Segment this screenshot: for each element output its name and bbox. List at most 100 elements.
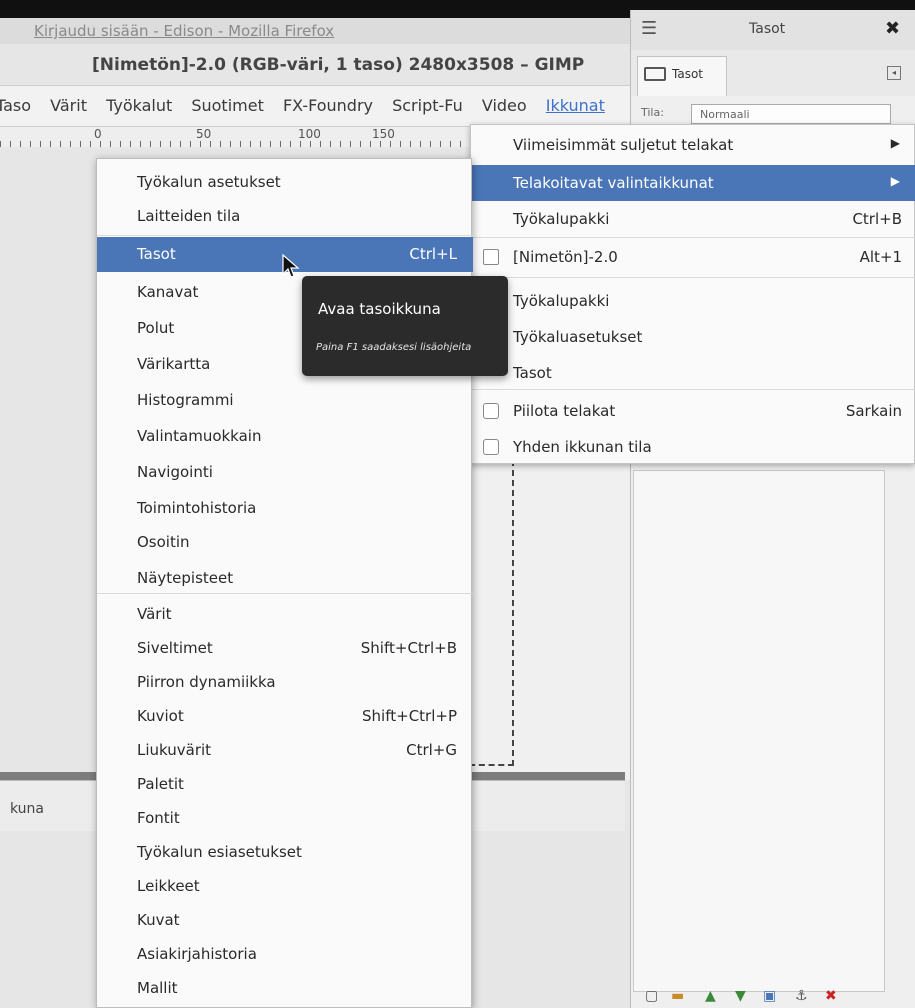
submenu-arrow-icon: ▶ [890, 136, 900, 150]
menu-varit[interactable]: Värit [50, 86, 87, 126]
menu-item-label: Navigointi [137, 463, 213, 481]
shortcut-label: Shift+Ctrl+P [362, 707, 457, 725]
menu-item-dock-tool-options[interactable]: Työkaluasetukset [471, 319, 915, 355]
delete-layer-icon[interactable]: ✖ [825, 988, 837, 1004]
shortcut-label: Ctrl+L [409, 245, 457, 263]
ruler-label: 0 [94, 127, 102, 141]
menu-item-paint-dynamics[interactable]: Piirron dynamiikka [97, 665, 473, 700]
menu-ikkunat[interactable]: Ikkunat [546, 86, 605, 126]
anchor-icon[interactable]: ⚓ [795, 988, 808, 1004]
menu-item-gradients[interactable]: Liukuvärit Ctrl+G [97, 733, 473, 768]
window-menu: Viimeisimmät suljetut telakat ▶ Telakoit… [470, 124, 915, 464]
checkbox[interactable] [483, 439, 499, 455]
menu-item-label: [Nimetön]-2.0 [513, 248, 618, 266]
menu-separator [97, 235, 473, 236]
menu-item-label: Liukuvärit [137, 741, 212, 759]
menu-item-dock-layers[interactable]: Tasot [471, 355, 915, 391]
menu-item-palettes[interactable]: Paletit [97, 767, 473, 802]
checkbox[interactable] [483, 403, 499, 419]
tab-layers[interactable]: Tasot [637, 56, 727, 96]
menu-item-tool-options[interactable]: Työkalun asetukset [97, 165, 473, 200]
tab-menu-arrow-icon[interactable]: ◂ [887, 66, 901, 80]
menu-item-brushes[interactable]: Siveltimet Shift+Ctrl+B [97, 631, 473, 666]
menu-item-label: Yhden ikkunan tila [513, 438, 652, 456]
layers-mode-row: Tila: Normaali [631, 96, 915, 126]
tooltip: Avaa tasoikkuna Paina F1 saadaksesi lisä… [302, 276, 508, 376]
raise-layer-icon[interactable]: ▲ [705, 988, 716, 1004]
menu-item-label: Osoitin [137, 533, 190, 551]
menu-item-label: Paletit [137, 775, 184, 793]
menu-item-navigation[interactable]: Navigointi [97, 455, 473, 490]
menu-item-label: Näytepisteet [137, 569, 234, 587]
tab-layers-label: Tasot [672, 67, 703, 81]
menu-item-label: Asiakirjahistoria [137, 945, 257, 963]
tooltip-hint: Paina F1 saadaksesi lisäohjeita [316, 342, 472, 353]
gimp-window-title: [Nimetön]-2.0 (RGB-väri, 1 taso) 2480x35… [92, 55, 585, 75]
firefox-window-title: Kirjaudu sisään - Edison - Mozilla Firef… [34, 22, 335, 40]
mode-select[interactable]: Normaali [691, 104, 891, 124]
menu-item-fonts[interactable]: Fontit [97, 801, 473, 836]
menu-separator [471, 237, 915, 238]
menu-item-dock-toolbox[interactable]: Työkalupakki [471, 283, 915, 319]
layers-footer-toolbar: ▢ ▬ ▲ ▼ ▣ ⚓ ✖ [631, 988, 915, 1008]
hamburger-menu-icon[interactable]: ☰ [641, 18, 657, 39]
menu-item-buffers[interactable]: Leikkeet [97, 869, 473, 904]
menu-script-fu[interactable]: Script-Fu [392, 86, 463, 126]
menu-item-tool-presets[interactable]: Työkalun esiasetukset [97, 835, 473, 870]
menu-item-templates[interactable]: Mallit [97, 971, 473, 1006]
menu-item-label: Työkaluasetukset [513, 328, 643, 346]
menu-item-pointer[interactable]: Osoitin [97, 525, 473, 560]
gimp-title-bar: [Nimetön]-2.0 (RGB-väri, 1 taso) 2480x35… [0, 44, 640, 86]
menu-item-image-window[interactable]: [Nimetön]-2.0 Alt+1 [471, 239, 915, 275]
menu-item-label: Kanavat [137, 283, 199, 301]
menu-item-patterns[interactable]: Kuviot Shift+Ctrl+P [97, 699, 473, 734]
menu-item-label: Valintamuokkain [137, 427, 262, 445]
menu-item-label: Fontit [137, 809, 180, 827]
shortcut-label: Sarkain [845, 402, 902, 420]
menu-item-toolbox[interactable]: Työkalupakki Ctrl+B [471, 201, 915, 237]
menu-item-images[interactable]: Kuvat [97, 903, 473, 938]
menu-suotimet[interactable]: Suotimet [191, 86, 264, 126]
status-label: kuna [10, 801, 45, 817]
new-layer-icon[interactable]: ▢ [645, 988, 658, 1004]
ruler-label: 100 [298, 127, 321, 141]
menu-item-hide-docks[interactable]: Piilota telakat Sarkain [471, 393, 915, 429]
layers-list[interactable] [633, 470, 885, 992]
menu-item-label: Polut [137, 319, 175, 337]
close-icon[interactable]: ✖ [885, 18, 900, 39]
menu-item-label: Kuvat [137, 911, 180, 929]
menu-item-label: Tasot [513, 364, 552, 382]
lower-layer-icon[interactable]: ▼ [735, 988, 746, 1004]
firefox-title-bar: Kirjaudu sisään - Edison - Mozilla Firef… [0, 18, 640, 44]
menu-item-dockable-dialogs[interactable]: Telakoitavat valintaikkunat ▶ [471, 165, 915, 201]
menu-item-recently-closed-docks[interactable]: Viimeisimmät suljetut telakat ▶ [471, 127, 915, 163]
menu-tyokalut[interactable]: Työkalut [106, 86, 172, 126]
ruler-label: 150 [372, 127, 395, 141]
folder-icon[interactable]: ▬ [671, 988, 684, 1004]
horizontal-ruler: 0 50 100 150 [0, 127, 470, 148]
shortcut-label: Shift+Ctrl+B [360, 639, 457, 657]
menu-item-label: Värikartta [137, 355, 211, 373]
menu-item-label: Siveltimet [137, 639, 213, 657]
menu-item-label: Histogrammi [137, 391, 234, 409]
menu-item-label: Laitteiden tila [137, 207, 241, 225]
menu-taso[interactable]: Taso [0, 86, 31, 126]
menu-item-sample-points[interactable]: Näytepisteet [97, 561, 473, 596]
shortcut-label: Alt+1 [859, 248, 902, 266]
submenu-arrow-icon: ▶ [890, 174, 900, 188]
mode-label: Tila: [641, 106, 664, 119]
menu-item-single-window-mode[interactable]: Yhden ikkunan tila [471, 429, 915, 465]
tooltip-title: Avaa tasoikkuna [318, 300, 441, 318]
menu-item-selection-editor[interactable]: Valintamuokkain [97, 419, 473, 454]
checkbox[interactable] [483, 249, 499, 265]
menu-fx-foundry[interactable]: FX-Foundry [283, 86, 373, 126]
menu-item-label: Piilota telakat [513, 402, 616, 420]
menu-item-device-status[interactable]: Laitteiden tila [97, 199, 473, 234]
menu-item-document-history[interactable]: Asiakirjahistoria [97, 937, 473, 972]
menu-item-histogram[interactable]: Histogrammi [97, 383, 473, 418]
duplicate-layer-icon[interactable]: ▣ [763, 988, 776, 1004]
menu-item-label: Mallit [137, 979, 178, 997]
menu-item-colors[interactable]: Värit [97, 597, 473, 632]
menu-item-undo-history[interactable]: Toimintohistoria [97, 491, 473, 526]
menu-video[interactable]: Video [482, 86, 527, 126]
